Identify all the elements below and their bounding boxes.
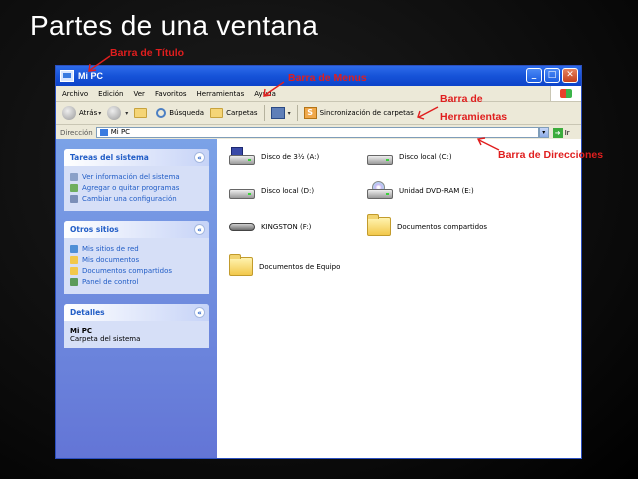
address-input[interactable]: Mi PC: [95, 127, 539, 138]
folder-up-icon: [134, 108, 148, 118]
views-icon: [270, 107, 285, 119]
menu-archivo[interactable]: Archivo: [62, 90, 88, 98]
menu-favoritos[interactable]: Favoritos: [155, 90, 187, 98]
folder-item[interactable]: Documentos compartidos: [367, 214, 487, 236]
details-name: Mi PC: [70, 327, 93, 335]
panel-title: Otros sitios: [70, 225, 119, 234]
annotation-toolbar-line2: Herramientas: [440, 111, 508, 123]
collapse-icon[interactable]: «: [194, 224, 205, 235]
back-button[interactable]: Atrás ▾: [62, 106, 101, 120]
forward-button[interactable]: ▾: [107, 106, 128, 120]
arrow-toolbar: [417, 106, 439, 120]
address-value: Mi PC: [110, 128, 131, 136]
content-area: Tareas del sistema « Ver información del…: [56, 139, 581, 458]
network-places-icon: [70, 245, 78, 253]
panel-title: Tareas del sistema: [70, 153, 149, 162]
my-documents-icon: [70, 256, 78, 264]
annotation-menu-bar: Barra de Menus: [288, 72, 367, 84]
system-info-icon: [70, 173, 78, 181]
minimize-button[interactable]: _: [526, 68, 542, 83]
hard-drive-icon: [367, 147, 393, 167]
task-link[interactable]: Ver información del sistema: [70, 173, 203, 181]
annotation-toolbar-line1: Barra de: [440, 93, 483, 105]
toolbar-separator: [296, 105, 298, 121]
annotation-address-bar: Barra de Direcciones: [498, 149, 604, 161]
drive-item[interactable]: KINGSTON (F:): [229, 217, 311, 237]
shared-documents-icon: [70, 267, 78, 275]
panel-title: Detalles: [70, 308, 105, 317]
search-button[interactable]: Búsqueda: [156, 108, 204, 118]
sync-folders-button[interactable]: S Sincronización de carpetas: [303, 107, 414, 119]
task-link[interactable]: Cambiar una configuración: [70, 195, 203, 203]
address-dropdown-button[interactable]: ▾: [538, 127, 549, 138]
my-computer-icon: [60, 70, 74, 82]
search-icon: [156, 108, 167, 118]
maximize-button[interactable]: □: [544, 68, 560, 83]
sync-icon: S: [303, 107, 317, 119]
my-computer-icon: [99, 129, 108, 136]
arrow-menu-bar: [263, 81, 285, 97]
usb-drive-icon: [229, 217, 255, 237]
go-label[interactable]: Ir: [565, 129, 570, 137]
drive-item[interactable]: Disco de 3½ (A:): [229, 147, 319, 167]
up-button[interactable]: [134, 108, 150, 118]
panel-header[interactable]: Tareas del sistema «: [64, 149, 209, 166]
drive-item[interactable]: Disco local (C:): [367, 147, 452, 167]
folder-icon: [367, 214, 391, 236]
annotation-toolbar: Barra de Herramientas: [440, 90, 507, 126]
floppy-icon: [229, 147, 255, 167]
menu-ver[interactable]: Ver: [134, 90, 145, 98]
toolbar-separator: [263, 105, 265, 121]
settings-icon: [70, 195, 78, 203]
folder-icon: [229, 254, 253, 276]
chevron-down-icon: ▾: [287, 109, 291, 117]
control-panel-icon: [70, 278, 78, 286]
place-link[interactable]: Documentos compartidos: [70, 267, 203, 275]
folder-item[interactable]: Documentos de Equipo: [229, 254, 340, 276]
panel-other-places: Otros sitios « Mis sitios de red Mis doc…: [64, 221, 209, 294]
arrow-title-bar: [88, 55, 111, 72]
panel-header[interactable]: Detalles «: [64, 304, 209, 321]
close-button[interactable]: ✕: [562, 68, 578, 83]
items-view: Disco de 3½ (A:) Disco local (C:) Disco …: [217, 139, 581, 458]
menu-herramientas[interactable]: Herramientas: [197, 90, 245, 98]
place-link[interactable]: Panel de control: [70, 278, 203, 286]
task-link[interactable]: Agregar o quitar programas: [70, 184, 203, 192]
details-description: Carpeta del sistema: [70, 335, 141, 343]
folders-label: Carpetas: [226, 109, 258, 117]
drive-item[interactable]: Disco local (D:): [229, 181, 314, 201]
slide-title: Partes de una ventana: [30, 10, 319, 41]
arrow-address-bar: [476, 137, 500, 151]
views-button[interactable]: ▾: [270, 107, 291, 119]
place-link[interactable]: Mis documentos: [70, 256, 203, 264]
windows-logo-icon: [550, 86, 581, 101]
collapse-icon[interactable]: «: [194, 307, 205, 318]
panel-header[interactable]: Otros sitios «: [64, 221, 209, 238]
annotation-title-bar: Barra de Título: [110, 47, 185, 59]
folders-icon: [210, 108, 224, 118]
drive-item[interactable]: Unidad DVD-RAM (E:): [367, 181, 474, 201]
menu-edicion[interactable]: Edición: [98, 90, 123, 98]
panel-system-tasks: Tareas del sistema « Ver información del…: [64, 149, 209, 211]
chevron-down-icon: ▾: [125, 109, 129, 117]
place-link[interactable]: Mis sitios de red: [70, 245, 203, 253]
add-remove-programs-icon: [70, 184, 78, 192]
address-label: Dirección: [60, 128, 93, 137]
go-arrow-icon[interactable]: ➜: [552, 127, 563, 138]
panel-details: Detalles « Mi PC Carpeta del sistema: [64, 304, 209, 348]
collapse-icon[interactable]: «: [194, 152, 205, 163]
folders-button[interactable]: Carpetas: [210, 108, 258, 118]
dvd-drive-icon: [367, 181, 393, 201]
forward-arrow-icon: [107, 106, 122, 120]
hard-drive-icon: [229, 181, 255, 201]
back-label: Atrás: [79, 109, 98, 117]
back-arrow-icon: [62, 106, 76, 120]
search-label: Búsqueda: [169, 109, 205, 117]
sync-label: Sincronización de carpetas: [319, 109, 414, 117]
chevron-down-icon: ▾: [98, 109, 102, 117]
task-pane: Tareas del sistema « Ver información del…: [56, 139, 217, 458]
